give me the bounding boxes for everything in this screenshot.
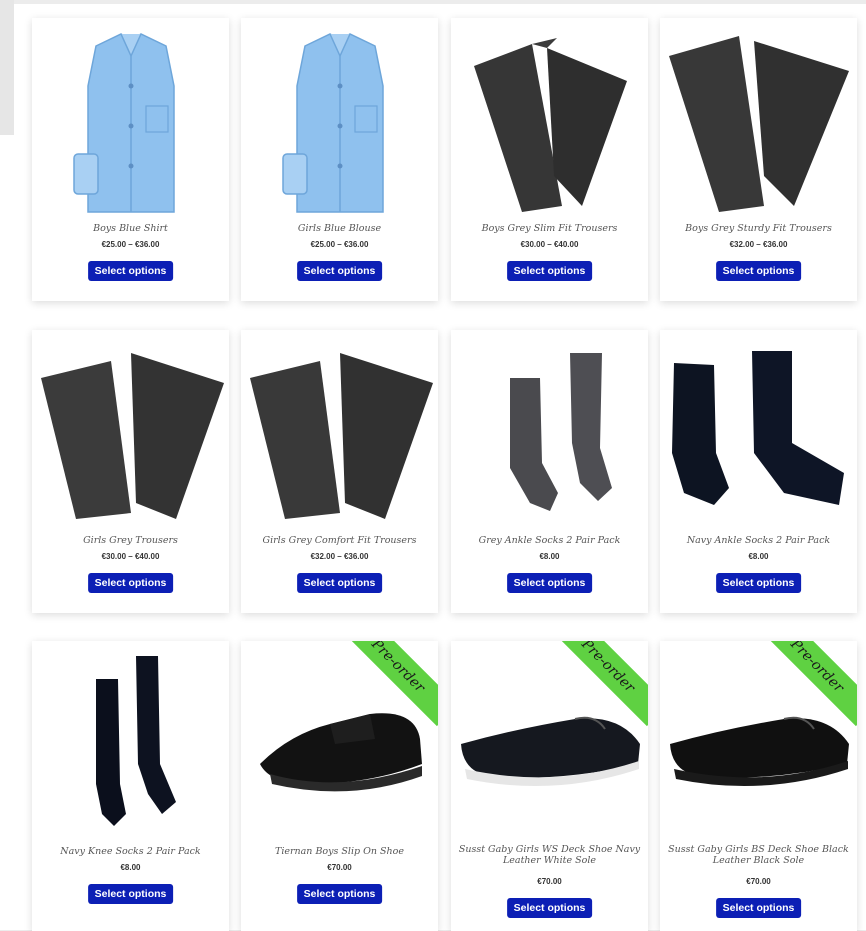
select-options-button[interactable]: Select options: [715, 261, 802, 281]
trousers-icon[interactable]: [660, 18, 857, 223]
product-title[interactable]: Boys Grey Slim Fit Trousers: [457, 223, 642, 234]
product-card[interactable]: Pre-order Tiernan Boys Slip On Shoe €70.…: [241, 641, 438, 931]
product-title[interactable]: Boys Grey Sturdy Fit Trousers: [666, 223, 851, 234]
product-price: €70.00: [327, 863, 352, 872]
product-card[interactable]: Boys Blue Shirt €25.00 – €36.00 Select o…: [32, 18, 229, 301]
navy-socks-icon[interactable]: [660, 330, 857, 535]
product-card[interactable]: Grey Ankle Socks 2 Pair Pack €8.00 Selec…: [451, 330, 648, 613]
product-card[interactable]: Boys Grey Sturdy Fit Trousers €32.00 – €…: [660, 18, 857, 301]
select-options-button[interactable]: Select options: [715, 898, 802, 918]
product-price: €8.00: [120, 863, 141, 872]
product-title[interactable]: Girls Grey Comfort Fit Trousers: [247, 535, 432, 546]
product-price: €32.00 – €36.00: [729, 240, 788, 249]
trousers-icon[interactable]: [32, 330, 229, 535]
select-options-button[interactable]: Select options: [506, 573, 593, 593]
select-options-button[interactable]: Select options: [87, 573, 174, 593]
blue-blouse-icon[interactable]: [241, 18, 438, 223]
product-price: €32.00 – €36.00: [310, 552, 369, 561]
product-card[interactable]: Pre-order Susst Gaby Girls WS Deck Shoe …: [451, 641, 648, 931]
grey-socks-icon[interactable]: [451, 330, 648, 535]
product-card[interactable]: Girls Grey Trousers €30.00 – €40.00 Sele…: [32, 330, 229, 613]
select-options-button[interactable]: Select options: [506, 898, 593, 918]
product-title[interactable]: Susst Gaby Girls WS Deck Shoe Navy Leath…: [457, 844, 642, 866]
product-card[interactable]: Navy Knee Socks 2 Pair Pack €8.00 Select…: [32, 641, 229, 931]
product-title[interactable]: Navy Ankle Socks 2 Pair Pack: [666, 535, 851, 546]
product-grid: Boys Blue Shirt €25.00 – €36.00 Select o…: [0, 0, 866, 931]
select-options-button[interactable]: Select options: [87, 261, 174, 281]
product-title[interactable]: Girls Blue Blouse: [247, 223, 432, 234]
product-title[interactable]: Susst Gaby Girls BS Deck Shoe Black Leat…: [666, 844, 851, 866]
trousers-icon[interactable]: [451, 18, 648, 223]
select-options-button[interactable]: Select options: [296, 573, 383, 593]
select-options-button[interactable]: Select options: [296, 261, 383, 281]
blue-shirt-icon[interactable]: [32, 18, 229, 223]
select-options-button[interactable]: Select options: [715, 573, 802, 593]
product-price: €30.00 – €40.00: [520, 240, 579, 249]
trousers-icon[interactable]: [241, 330, 438, 535]
product-card[interactable]: Girls Blue Blouse €25.00 – €36.00 Select…: [241, 18, 438, 301]
product-card[interactable]: Girls Grey Comfort Fit Trousers €32.00 –…: [241, 330, 438, 613]
product-card[interactable]: Pre-order Susst Gaby Girls BS Deck Shoe …: [660, 641, 857, 931]
product-title[interactable]: Girls Grey Trousers: [38, 535, 223, 546]
product-title[interactable]: Grey Ankle Socks 2 Pair Pack: [457, 535, 642, 546]
product-price: €70.00: [746, 877, 771, 886]
product-price: €25.00 – €36.00: [310, 240, 369, 249]
product-card[interactable]: Navy Ankle Socks 2 Pair Pack €8.00 Selec…: [660, 330, 857, 613]
product-price: €30.00 – €40.00: [101, 552, 160, 561]
product-price: €8.00: [539, 552, 560, 561]
product-title[interactable]: Navy Knee Socks 2 Pair Pack: [38, 846, 223, 857]
product-title[interactable]: Tiernan Boys Slip On Shoe: [247, 846, 432, 857]
product-price: €70.00: [537, 877, 562, 886]
product-price: €25.00 – €36.00: [101, 240, 160, 249]
select-options-button[interactable]: Select options: [87, 884, 174, 904]
product-price: €8.00: [748, 552, 769, 561]
select-options-button[interactable]: Select options: [296, 884, 383, 904]
product-card[interactable]: Boys Grey Slim Fit Trousers €30.00 – €40…: [451, 18, 648, 301]
product-title[interactable]: Boys Blue Shirt: [38, 223, 223, 234]
knee-socks-icon[interactable]: [32, 641, 229, 846]
select-options-button[interactable]: Select options: [506, 261, 593, 281]
